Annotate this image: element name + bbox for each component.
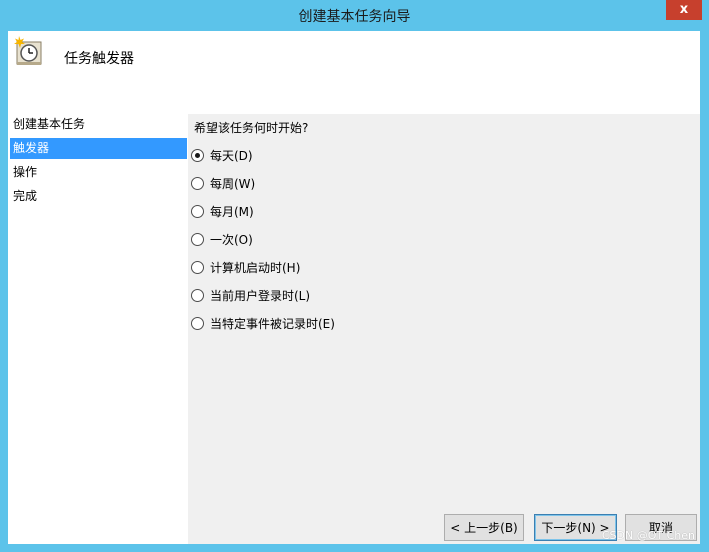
header-panel: 任务触发器 [8, 31, 700, 114]
title-bar[interactable]: 创建基本任务向导 x [0, 0, 709, 30]
radio-button[interactable] [191, 261, 204, 274]
radio-button[interactable] [191, 317, 204, 330]
trigger-question: 希望该任务何时开始? [194, 121, 309, 135]
window-title: 创建基本任务向导 [298, 9, 411, 25]
radio-label: 每天(D) [210, 149, 253, 163]
watermark-text: CSDN @OT Chen [601, 529, 695, 542]
radio-label: 一次(O) [210, 233, 253, 247]
wizard-window: 创建基本任务向导 x 任务触发器 创建基本任务 触发器 操作 完成 希望该任务何… [0, 0, 709, 552]
radio-label: 每周(W) [210, 177, 256, 191]
radio-button[interactable] [191, 177, 204, 190]
close-button[interactable]: x [666, 0, 702, 20]
radio-label: 当特定事件被记录时(E) [210, 317, 335, 331]
radio-label: 计算机启动时(H) [210, 261, 301, 275]
radio-button[interactable] [191, 289, 204, 302]
client-area: 任务触发器 创建基本任务 触发器 操作 完成 希望该任务何时开始? 每天(D) … [8, 31, 700, 544]
sidebar-item-finish[interactable]: 完成 [10, 186, 187, 207]
main-panel: 希望该任务何时开始? 每天(D) 每周(W) 每月(M) 一次(O) 计算机启动… [188, 114, 700, 544]
sidebar-item-trigger[interactable]: 触发器 [10, 138, 187, 159]
radio-button[interactable] [191, 205, 204, 218]
radio-button[interactable] [191, 233, 204, 246]
sidebar-item-create-basic-task[interactable]: 创建基本任务 [10, 114, 187, 135]
back-button[interactable]: < 上一步(B) [444, 514, 524, 541]
radio-button[interactable] [191, 149, 204, 162]
wizard-steps-sidebar: 创建基本任务 触发器 操作 完成 [8, 114, 188, 544]
radio-label: 每月(M) [210, 205, 254, 219]
sidebar-item-action[interactable]: 操作 [10, 162, 187, 183]
page-title: 任务触发器 [64, 51, 134, 67]
clock-task-icon [14, 36, 42, 65]
radio-label: 当前用户登录时(L) [210, 289, 311, 303]
